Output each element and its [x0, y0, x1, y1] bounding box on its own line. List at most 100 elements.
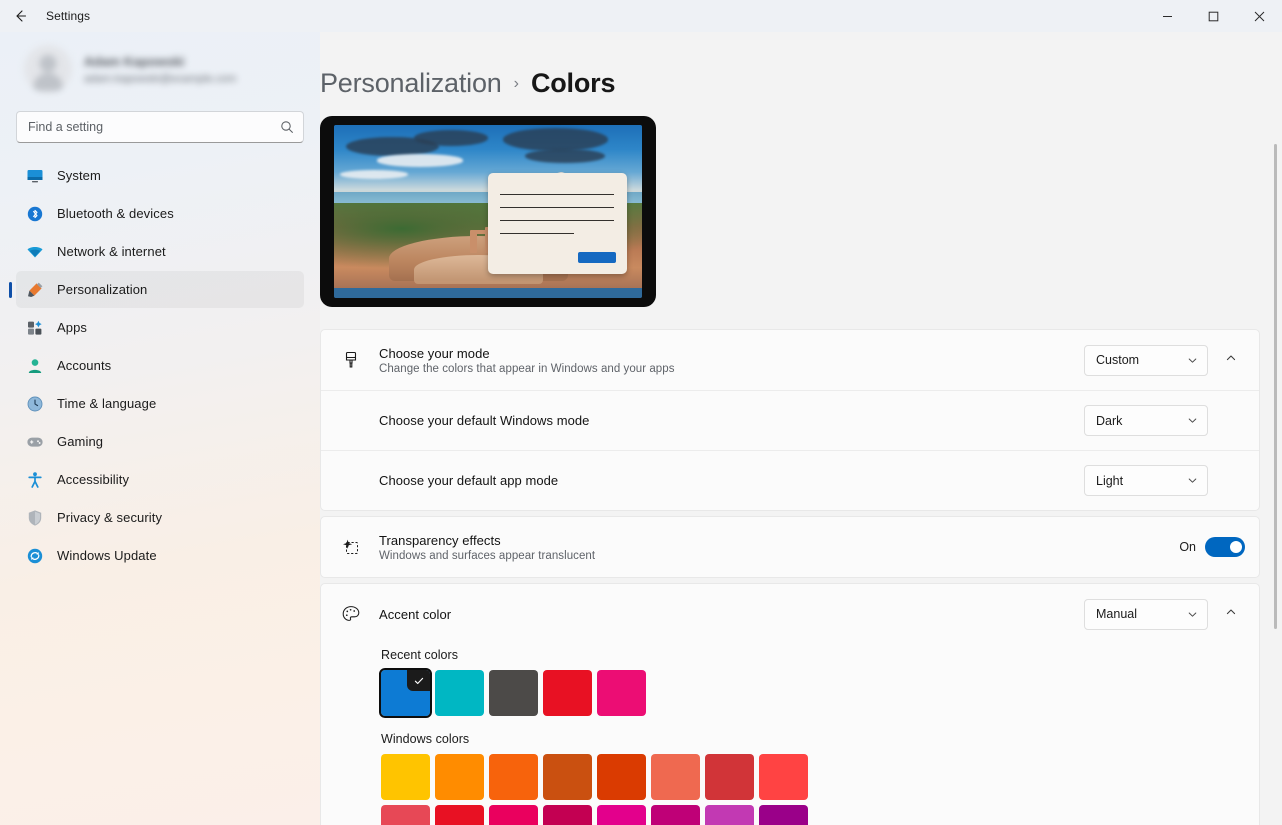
sidebar-item-gaming[interactable]: Gaming: [16, 423, 304, 460]
transparency-effects-row: Transparency effects Windows and surface…: [321, 517, 1259, 577]
sidebar-item-system[interactable]: System: [16, 157, 304, 194]
windows-color-swatch[interactable]: [543, 754, 592, 800]
dropdown-value: Light: [1096, 473, 1124, 488]
preview-mock-window: [488, 173, 627, 274]
palette-icon: [337, 600, 365, 628]
windows-color-swatch[interactable]: [489, 754, 538, 800]
settings-window: Settings Adam Kapowski adam.kapowski@exa…: [0, 0, 1282, 825]
sidebar-item-personalization[interactable]: Personalization: [16, 271, 304, 308]
page-title: Colors: [530, 68, 616, 98]
windows-color-swatch[interactable]: [435, 754, 484, 800]
sidebar-item-network-internet[interactable]: Network & internet: [16, 233, 304, 270]
accent-color-mode-dropdown[interactable]: Manual: [1084, 598, 1208, 630]
windows-color-swatch[interactable]: [759, 805, 808, 825]
window-controls: [1144, 0, 1282, 32]
row-title: Choose your default Windows mode: [379, 413, 590, 428]
recent-color-swatch[interactable]: [597, 670, 646, 716]
maximize-button[interactable]: [1190, 0, 1236, 32]
windows-color-swatch[interactable]: [651, 805, 700, 825]
recent-color-swatch[interactable]: [379, 668, 432, 718]
accent-color-row: Accent color Manual: [321, 584, 1259, 644]
scrollbar-thumb[interactable]: [1274, 144, 1277, 629]
minimize-icon: [1162, 11, 1173, 22]
windows-color-swatch[interactable]: [597, 805, 646, 825]
checkmark-icon: [407, 670, 430, 691]
breadcrumb-separator-icon: ›: [513, 74, 519, 92]
preview-screen: [334, 125, 642, 298]
sidebar-item-apps[interactable]: Apps: [16, 309, 304, 346]
recent-colors-label: Recent colors: [381, 648, 459, 662]
transparency-effects-toggle[interactable]: [1205, 537, 1245, 557]
sidebar-item-bluetooth-devices[interactable]: Bluetooth & devices: [16, 195, 304, 232]
user-avatar-icon: [24, 45, 72, 93]
windows-colors-section: Windows colors: [321, 732, 1259, 825]
choose-your-mode-card: Choose your mode Change the colors that …: [320, 329, 1260, 511]
choose-your-mode-collapse-button[interactable]: [1217, 346, 1245, 374]
account-card[interactable]: Adam Kapowski adam.kapowski@example.com: [16, 32, 304, 102]
shield-icon: [26, 509, 44, 527]
gamepad-icon: [26, 433, 44, 451]
windows-color-swatch[interactable]: [759, 754, 808, 800]
recent-color-swatch[interactable]: [543, 670, 592, 716]
row-text: Transparency effects Windows and surface…: [379, 533, 1165, 562]
windows-color-swatch[interactable]: [597, 754, 646, 800]
row-controls: On: [1179, 537, 1245, 557]
chevron-down-icon: [1187, 355, 1198, 366]
windows-color-swatch[interactable]: [435, 805, 484, 825]
windows-color-swatch[interactable]: [381, 805, 430, 825]
sidebar-item-label: Privacy & security: [57, 510, 163, 525]
windows-color-swatch[interactable]: [705, 805, 754, 825]
choose-your-mode-dropdown[interactable]: Custom: [1084, 344, 1208, 376]
recent-color-swatch[interactable]: [489, 670, 538, 716]
row-controls: Custom: [1084, 344, 1245, 376]
mock-accent-button: [578, 251, 616, 263]
sidebar-item-privacy-security[interactable]: Privacy & security: [16, 499, 304, 536]
sidebar-item-time-language[interactable]: Time & language: [16, 385, 304, 422]
monitor-icon: [26, 167, 44, 185]
row-title: Choose your default app mode: [379, 473, 559, 488]
search-input[interactable]: [16, 111, 304, 143]
vertical-scrollbar[interactable]: [1268, 32, 1280, 825]
windows-color-swatch[interactable]: [543, 805, 592, 825]
mock-text-line: [500, 193, 615, 196]
account-name: Adam Kapowski: [84, 53, 185, 69]
account-info: Adam Kapowski adam.kapowski@example.com: [84, 54, 236, 85]
row-title: Transparency effects: [379, 532, 501, 548]
default-app-mode-dropdown[interactable]: Light: [1084, 465, 1208, 496]
default-app-mode-row: Choose your default app mode Light: [321, 450, 1259, 510]
maximize-icon: [1208, 11, 1219, 22]
row-description: Change the colors that appear in Windows…: [379, 362, 675, 375]
bluetooth-icon: [26, 205, 44, 223]
sidebar: Adam Kapowski adam.kapowski@example.com: [0, 32, 320, 825]
accent-color-card: Accent color Manual Recent colors Window…: [320, 583, 1260, 825]
toggle-state-label: On: [1179, 540, 1196, 554]
paintbrush-icon: [26, 281, 44, 299]
sidebar-item-label: Time & language: [57, 396, 157, 411]
close-icon: [1254, 11, 1265, 22]
sidebar-item-accounts[interactable]: Accounts: [16, 347, 304, 384]
recent-color-swatch[interactable]: [435, 670, 484, 716]
row-controls: Dark: [1084, 405, 1245, 436]
mock-text-line: [500, 232, 574, 235]
sidebar-item-windows-update[interactable]: Windows Update: [16, 537, 304, 574]
transparency-effects-card: Transparency effects Windows and surface…: [320, 516, 1260, 578]
windows-colors-label: Windows colors: [381, 732, 470, 746]
cloud-shape: [414, 130, 488, 146]
windows-color-swatch[interactable]: [651, 754, 700, 800]
back-button[interactable]: [0, 0, 40, 32]
accent-color-collapse-button[interactable]: [1217, 600, 1245, 628]
windows-color-swatch[interactable]: [381, 754, 430, 800]
windows-color-swatch[interactable]: [705, 754, 754, 800]
breadcrumb-parent-link[interactable]: Personalization: [320, 68, 502, 99]
default-windows-mode-dropdown[interactable]: Dark: [1084, 405, 1208, 436]
sidebar-item-accessibility[interactable]: Accessibility: [16, 461, 304, 498]
row-description: Windows and surfaces appear translucent: [379, 549, 596, 562]
row-title: Choose your mode: [379, 345, 490, 361]
preview-section: [320, 116, 1260, 307]
search-box: [16, 111, 304, 143]
dropdown-value: Custom: [1096, 353, 1140, 367]
minimize-button[interactable]: [1144, 0, 1190, 32]
close-button[interactable]: [1236, 0, 1282, 32]
row-controls: Light: [1084, 465, 1245, 496]
windows-color-swatch[interactable]: [489, 805, 538, 825]
